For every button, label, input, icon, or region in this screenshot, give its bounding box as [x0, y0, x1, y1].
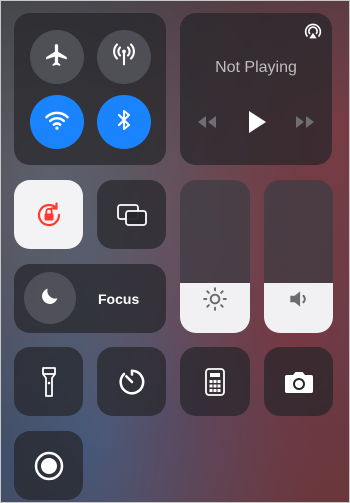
bluetooth-toggle[interactable] — [97, 95, 151, 149]
moon-icon — [39, 285, 61, 312]
brightness-slider[interactable] — [180, 180, 250, 333]
orientation-lock-icon — [14, 180, 83, 249]
calculator-button[interactable] — [180, 347, 250, 416]
antenna-icon — [110, 41, 138, 74]
calculator-icon — [180, 347, 250, 416]
now-playing-panel[interactable]: Not Playing — [180, 13, 332, 165]
airplane-icon — [44, 42, 70, 73]
timer-button[interactable] — [97, 347, 166, 416]
screen-mirroring-button[interactable] — [97, 180, 166, 249]
fast-forward-icon[interactable] — [294, 114, 316, 135]
screen-record-button[interactable] — [14, 431, 83, 500]
wifi-icon — [43, 106, 71, 139]
screen-mirroring-icon — [97, 180, 166, 249]
flashlight-icon — [14, 347, 83, 416]
airplane-mode-toggle[interactable] — [30, 30, 84, 84]
wifi-toggle[interactable] — [30, 95, 84, 149]
focus-icon-circle — [24, 272, 76, 324]
speaker-icon — [286, 286, 312, 317]
rewind-icon[interactable] — [196, 114, 218, 135]
focus-label: Focus — [98, 291, 140, 307]
camera-icon — [264, 347, 333, 416]
camera-button[interactable] — [264, 347, 333, 416]
bluetooth-icon — [112, 107, 136, 138]
now-playing-title: Not Playing — [215, 59, 297, 76]
flashlight-button[interactable] — [14, 347, 83, 416]
airplay-icon[interactable] — [302, 20, 324, 47]
play-icon[interactable] — [247, 110, 267, 139]
connectivity-panel — [14, 13, 166, 165]
focus-button[interactable]: Focus — [14, 264, 166, 333]
sun-icon — [202, 286, 228, 317]
cellular-data-toggle[interactable] — [97, 30, 151, 84]
timer-icon — [97, 347, 166, 416]
orientation-lock-toggle[interactable] — [14, 180, 83, 249]
screen-record-icon — [14, 431, 83, 500]
volume-slider[interactable] — [264, 180, 333, 333]
